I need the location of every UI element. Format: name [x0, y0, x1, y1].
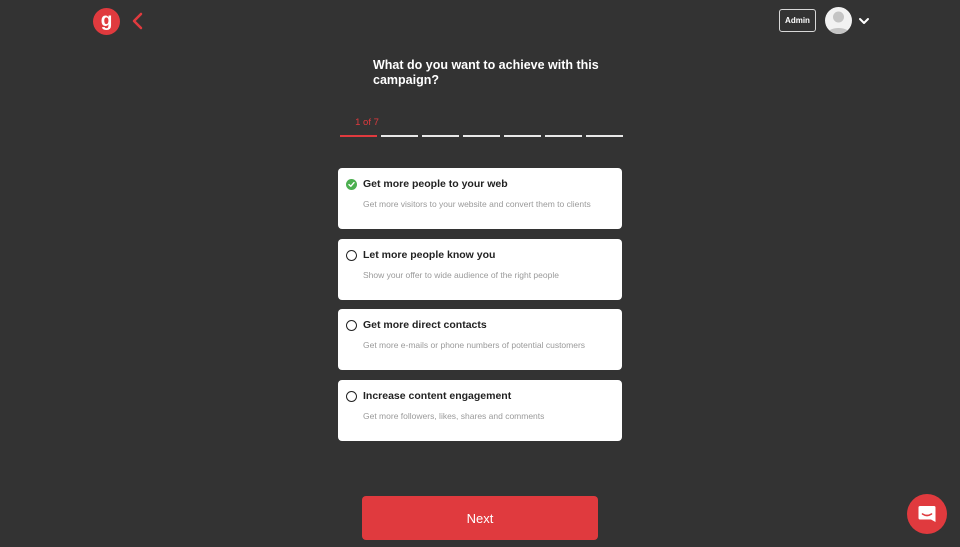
admin-button[interactable]: Admin [779, 9, 816, 32]
back-button[interactable] [130, 11, 144, 31]
option-title: Increase content engagement [363, 389, 512, 402]
option-description: Get more e-mails or phone numbers of pot… [363, 340, 586, 350]
avatar[interactable] [825, 7, 852, 34]
option-content-engagement[interactable]: Increase content engagement Get more fol… [338, 379, 622, 441]
option-title: Get more people to your web [363, 178, 508, 190]
progress-segment [586, 135, 623, 137]
account-menu-toggle[interactable] [858, 13, 870, 24]
next-button[interactable]: Next [362, 496, 598, 540]
goal-options: Get more people to your web Get more vis… [338, 168, 622, 450]
radio-button[interactable] [346, 320, 357, 331]
radio-button[interactable] [346, 249, 357, 261]
logo-text: g [100, 9, 113, 31]
chevron-left-icon [132, 12, 143, 30]
progress-segment [422, 135, 459, 137]
progress-segment [463, 135, 500, 137]
user-avatar-icon [827, 11, 850, 34]
progress-segment [504, 135, 541, 137]
option-brand-awareness[interactable]: Let more people know you Show your offer… [338, 238, 622, 300]
option-description: Get more followers, likes, shares and co… [363, 410, 545, 421]
chat-button[interactable] [907, 494, 947, 534]
progress-segment [340, 135, 377, 137]
progress-segment [381, 135, 418, 137]
option-description: Show your offer to wide audience of the … [363, 269, 559, 280]
option-direct-contacts[interactable]: Get more direct contacts Get more e-mail… [338, 309, 622, 370]
check-icon [346, 179, 357, 190]
wizard-question: What do you want to achieve with this ca… [373, 58, 599, 87]
option-more-web-visitors[interactable]: Get more people to your web Get more vis… [338, 168, 622, 229]
step-counter: 1 of 7 [355, 117, 379, 128]
progress-segment [545, 135, 582, 137]
option-title: Let more people know you [363, 248, 496, 261]
option-title: Get more direct contacts [363, 319, 487, 331]
radio-button[interactable] [346, 390, 357, 402]
chevron-down-icon [859, 18, 869, 24]
chat-icon [918, 506, 936, 522]
option-description: Get more visitors to your website and co… [363, 199, 591, 209]
logo[interactable]: g [93, 8, 120, 35]
step-progress-bar [340, 135, 623, 137]
